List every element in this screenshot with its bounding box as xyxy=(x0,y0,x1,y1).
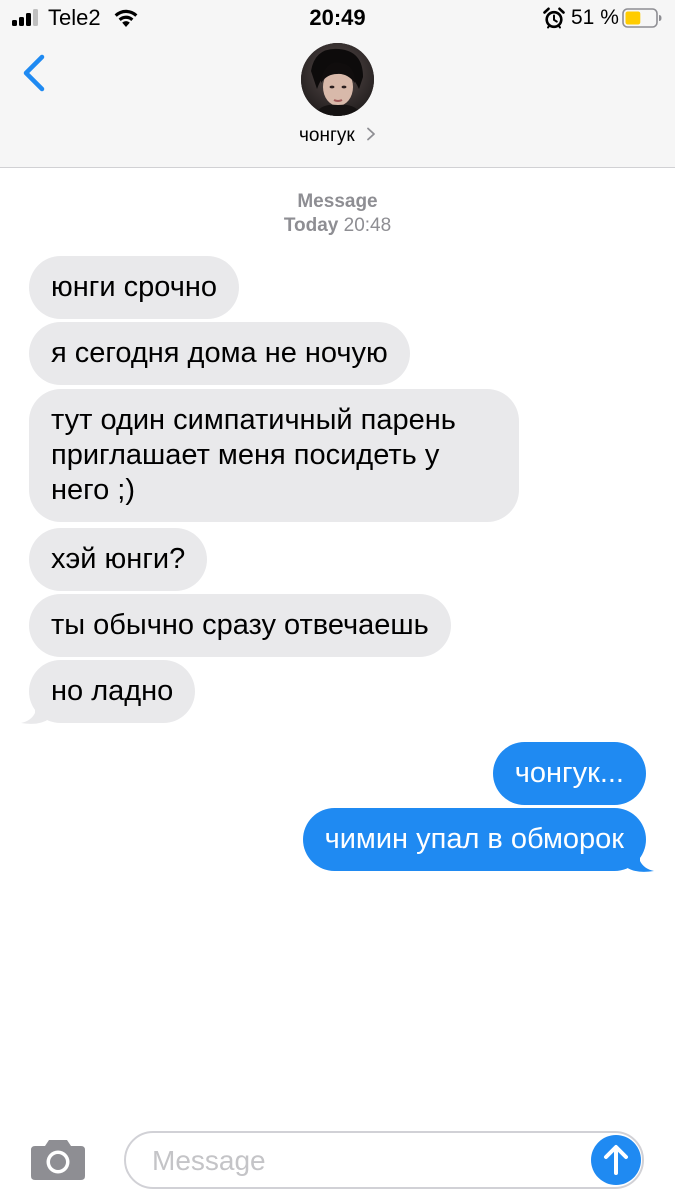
message-text: юнги срочно xyxy=(51,271,217,303)
messages-screen: Tele2 20:49 51 % чонгук Message Today 20… xyxy=(0,0,675,1200)
arrow-up-icon xyxy=(604,1145,628,1175)
message-text: я сегодня дома не ночую xyxy=(51,337,388,369)
message-input-field[interactable] xyxy=(124,1131,644,1189)
message-text: чонгук... xyxy=(514,757,624,789)
send-button[interactable] xyxy=(591,1135,641,1185)
incoming-message-bubble[interactable]: хэй юнги? xyxy=(29,528,208,591)
timestamp-day: Today xyxy=(283,215,339,236)
message-text: ты обычно сразу отвечаешь xyxy=(51,609,429,641)
message-text: тут один симпатичный парень приглашает м… xyxy=(51,404,456,506)
contact-avatar[interactable] xyxy=(301,43,374,116)
incoming-message-bubble[interactable]: я сегодня дома не ночую xyxy=(29,322,410,385)
timestamp-time: 20:48 xyxy=(343,215,392,236)
thread-timestamp: Message Today 20:48 xyxy=(0,190,675,238)
outgoing-message-bubble[interactable]: чонгук... xyxy=(492,742,646,805)
battery-percentage: 51 % xyxy=(571,6,619,29)
chevron-right-icon xyxy=(367,127,375,141)
status-bar: Tele2 20:49 51 % xyxy=(0,0,675,36)
message-input[interactable] xyxy=(150,1141,574,1181)
contact-name: чонгук xyxy=(299,125,355,146)
battery-icon xyxy=(622,8,662,28)
contact-name-button[interactable]: чонгук xyxy=(0,124,675,148)
outgoing-bubble-tail xyxy=(626,847,654,872)
conversation-header: Tele2 20:49 51 % чонгук xyxy=(0,0,675,168)
service-label: Message xyxy=(297,191,378,212)
incoming-message-bubble[interactable]: ты обычно сразу отвечаешь xyxy=(29,594,451,657)
camera-icon[interactable] xyxy=(29,1136,87,1182)
alarm-clock-icon xyxy=(543,7,565,29)
outgoing-message-bubble[interactable]: чимин упал в обморок xyxy=(302,808,646,871)
message-text: чимин упал в обморок xyxy=(324,823,624,855)
incoming-message-bubble[interactable]: тут один симпатичный парень приглашает м… xyxy=(29,389,519,522)
message-text: хэй юнги? xyxy=(51,543,186,575)
message-text: но ладно xyxy=(51,675,174,707)
incoming-message-bubble[interactable]: но ладно xyxy=(29,660,196,723)
incoming-bubble-tail xyxy=(21,699,49,724)
incoming-message-bubble[interactable]: юнги срочно xyxy=(29,256,239,319)
avatar-photo xyxy=(301,43,374,116)
back-button[interactable] xyxy=(18,52,52,94)
